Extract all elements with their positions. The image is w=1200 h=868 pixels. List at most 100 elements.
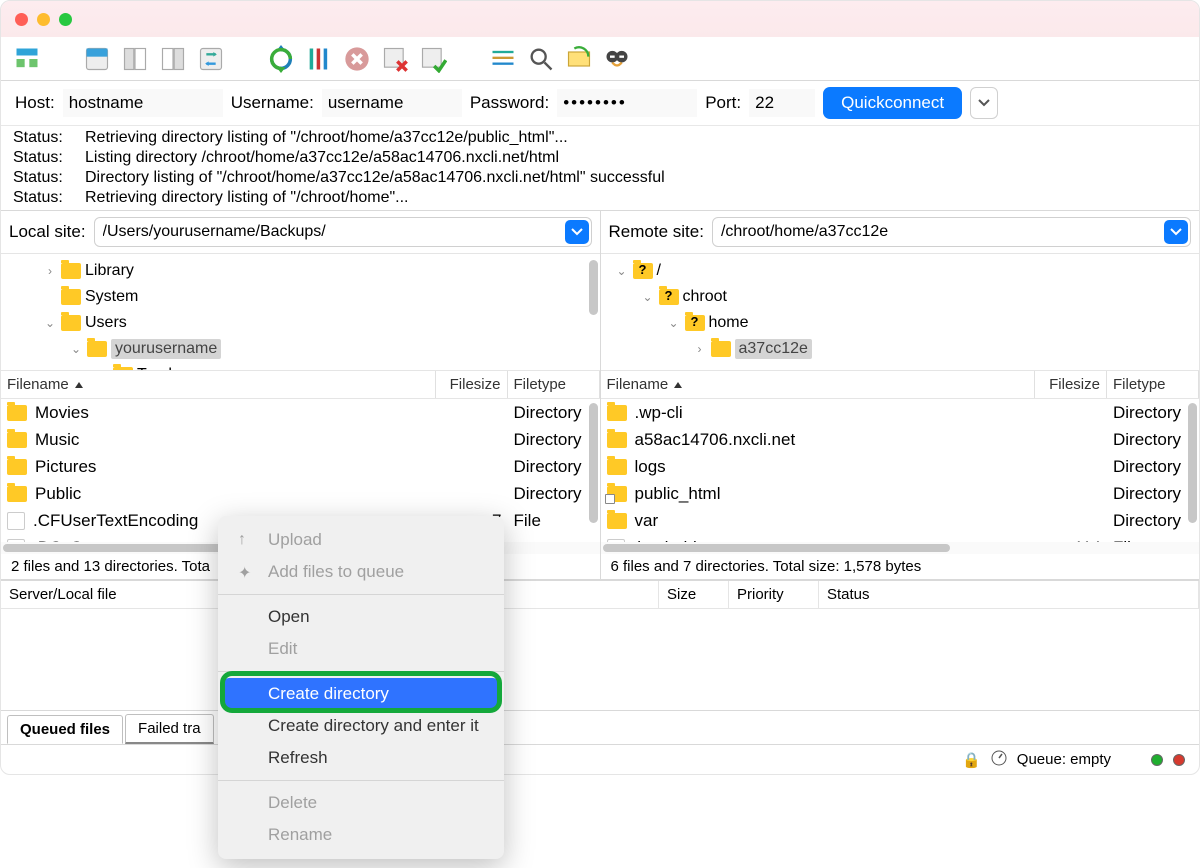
file-row[interactable]: PublicDirectory xyxy=(1,480,600,507)
queue-col-status[interactable]: Status xyxy=(819,581,1199,608)
chevron-icon[interactable]: ⌄ xyxy=(43,316,57,330)
chevron-icon[interactable]: ⌄ xyxy=(667,316,681,330)
app-window: Host: Username: Password: Port: Quickcon… xyxy=(0,0,1200,775)
sync-browse-icon[interactable] xyxy=(563,44,595,74)
col-filesize[interactable]: Filesize xyxy=(1035,371,1107,398)
tree-row[interactable]: ⌄/ xyxy=(601,258,1200,284)
log-row: Status:Listing directory /chroot/home/a3… xyxy=(13,148,1187,168)
host-input[interactable] xyxy=(63,89,223,117)
file-name: var xyxy=(635,511,659,531)
file-row[interactable]: PicturesDirectory xyxy=(1,453,600,480)
tree-row[interactable]: ›a37cc12e xyxy=(601,336,1200,362)
menu-rename[interactable]: Rename xyxy=(218,819,504,851)
tree-row[interactable]: ⌄yourusername xyxy=(1,336,600,362)
local-site-input[interactable] xyxy=(95,223,565,241)
col-filename[interactable]: Filename xyxy=(1,371,436,398)
file-row[interactable]: .wp-cliDirectory xyxy=(601,399,1200,426)
scrollbar[interactable] xyxy=(589,403,598,523)
menu-edit[interactable]: Edit xyxy=(218,633,504,665)
col-filename[interactable]: Filename xyxy=(601,371,1036,398)
remote-file-list[interactable]: .wp-cliDirectorya58ac14706.nxcli.netDire… xyxy=(601,399,1200,542)
local-site-label: Local site: xyxy=(9,222,86,242)
col-filetype[interactable]: Filetype xyxy=(508,371,600,398)
port-input[interactable] xyxy=(749,89,815,117)
tree-row[interactable]: System xyxy=(1,284,600,310)
tree-row[interactable]: Trash xyxy=(1,362,600,371)
menu-open[interactable]: Open xyxy=(218,601,504,633)
chevron-icon[interactable]: ⌄ xyxy=(641,290,655,304)
tree-row[interactable]: ⌄chroot xyxy=(601,284,1200,310)
remote-path-dropdown[interactable] xyxy=(1164,220,1188,244)
refresh-icon[interactable] xyxy=(265,44,297,74)
log-panel[interactable]: Status:Retrieving directory listing of "… xyxy=(1,125,1199,211)
toggle-log-icon[interactable] xyxy=(81,44,113,74)
toggle-local-tree-icon[interactable] xyxy=(119,44,151,74)
unknown-folder-icon xyxy=(659,289,679,305)
file-icon xyxy=(607,539,625,543)
menu-add-to-queue[interactable]: ✦Add files to queue xyxy=(218,556,504,588)
chevron-icon[interactable]: › xyxy=(43,264,57,278)
local-path-dropdown[interactable] xyxy=(565,220,589,244)
file-row[interactable]: MusicDirectory xyxy=(1,426,600,453)
quickconnect-dropdown[interactable] xyxy=(970,87,998,119)
col-filetype[interactable]: Filetype xyxy=(1107,371,1199,398)
tree-label: Trash xyxy=(137,366,177,371)
chevron-icon[interactable]: ⌄ xyxy=(615,264,629,278)
menu-create-directory-enter[interactable]: Create directory and enter it xyxy=(218,710,504,742)
remote-tree[interactable]: ⌄/⌄chroot⌄home›a37cc12e xyxy=(601,253,1200,371)
file-name: a58ac14706.nxcli.net xyxy=(635,430,796,450)
quickconnect-button[interactable]: Quickconnect xyxy=(823,87,962,119)
tree-row[interactable]: ⌄Users xyxy=(1,310,600,336)
file-row[interactable]: MoviesDirectory xyxy=(1,399,600,426)
toggle-remote-tree-icon[interactable] xyxy=(157,44,189,74)
unknown-folder-icon xyxy=(685,315,705,331)
menu-delete[interactable]: Delete xyxy=(218,787,504,819)
file-row[interactable]: .bash_history114File xyxy=(601,534,1200,542)
file-icon xyxy=(7,539,25,543)
disconnect-icon[interactable] xyxy=(379,44,411,74)
footer: 🔒 Queue: empty xyxy=(1,744,1199,774)
tree-label: home xyxy=(709,314,749,332)
folder-icon xyxy=(61,315,81,331)
meter-icon xyxy=(991,750,1007,770)
search-icon[interactable] xyxy=(525,44,557,74)
tree-row[interactable]: ⌄ home xyxy=(601,310,1200,336)
maximize-window-button[interactable] xyxy=(59,13,72,26)
queue-col-size[interactable]: Size xyxy=(659,581,729,608)
menu-refresh[interactable]: Refresh xyxy=(218,742,504,774)
file-row[interactable]: a58ac14706.nxcli.netDirectory xyxy=(601,426,1200,453)
local-tree[interactable]: ›LibrarySystem⌄Users⌄yourusername Trash xyxy=(1,253,600,371)
toggle-queue-icon[interactable] xyxy=(195,44,227,74)
cancel-icon[interactable] xyxy=(341,44,373,74)
process-queue-icon[interactable] xyxy=(303,44,335,74)
close-window-button[interactable] xyxy=(15,13,28,26)
col-filesize[interactable]: Filesize xyxy=(436,371,508,398)
queue-body[interactable] xyxy=(1,609,1199,710)
compare-icon[interactable] xyxy=(601,44,633,74)
tree-row[interactable]: ›Library xyxy=(1,258,600,284)
menu-upload[interactable]: ↑Upload xyxy=(218,524,504,556)
filter-icon[interactable] xyxy=(487,44,519,74)
password-input[interactable] xyxy=(557,89,697,117)
file-row[interactable]: varDirectory xyxy=(601,507,1200,534)
username-input[interactable] xyxy=(322,89,462,117)
file-row[interactable]: public_htmlDirectory xyxy=(601,480,1200,507)
file-name: .CFUserTextEncoding xyxy=(33,511,198,531)
file-name: .wp-cli xyxy=(635,403,683,423)
chevron-icon[interactable]: ⌄ xyxy=(69,342,83,356)
tab-queued-files[interactable]: Queued files xyxy=(7,715,123,744)
tab-failed-transfers[interactable]: Failed tra xyxy=(125,714,214,744)
minimize-window-button[interactable] xyxy=(37,13,50,26)
chevron-icon[interactable]: › xyxy=(693,342,707,356)
context-menu: ↑Upload ✦Add files to queue Open Edit Cr… xyxy=(218,516,504,859)
scrollbar[interactable] xyxy=(1188,403,1197,523)
status-indicator-green xyxy=(1151,754,1163,766)
queue-col-priority[interactable]: Priority xyxy=(729,581,819,608)
port-label: Port: xyxy=(705,93,741,113)
remote-site-input[interactable] xyxy=(713,223,1164,241)
scrollbar[interactable] xyxy=(589,260,598,315)
menu-create-directory[interactable]: Create directory xyxy=(224,678,498,710)
site-manager-icon[interactable] xyxy=(11,44,43,74)
reconnect-icon[interactable] xyxy=(417,44,449,74)
file-row[interactable]: logsDirectory xyxy=(601,453,1200,480)
